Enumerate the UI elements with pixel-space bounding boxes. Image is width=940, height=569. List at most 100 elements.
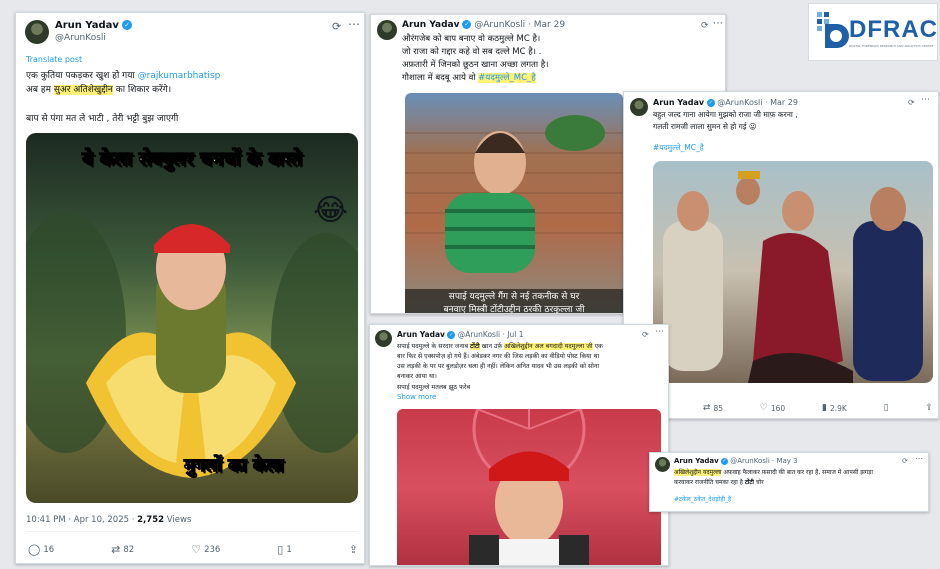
like-count: 160 bbox=[770, 403, 786, 413]
hashtag-link[interactable]: #टकेल_ठकेत_देशद्रोही_है bbox=[674, 495, 731, 503]
grok-icon[interactable]: ⟳ bbox=[642, 330, 649, 339]
tweet-image[interactable]: सपाई यदमुल्ले गैंग से नई तकनीक से घर बनव… bbox=[405, 93, 623, 313]
show-more-link[interactable]: Show more bbox=[397, 393, 436, 401]
tweet-text-line-2: जो राजा को गद्दार कहे वो सब दल्ले MC है।… bbox=[402, 47, 542, 57]
bookmark-count: 1 bbox=[286, 544, 292, 555]
more-options-icon[interactable]: ⋯ bbox=[921, 95, 930, 105]
logo-mark-icon bbox=[815, 10, 851, 50]
grok-icon[interactable]: ⟳ bbox=[701, 21, 709, 31]
more-options-icon[interactable]: ⋯ bbox=[713, 18, 723, 29]
avatar[interactable] bbox=[377, 20, 397, 40]
tweet-text-line-1: सपाई यदमुल्ले के सरदार जनाब टोंटी खान उर… bbox=[397, 341, 603, 350]
timestamp-text[interactable]: 10:41 PM · Apr 10, 2025 · bbox=[26, 515, 137, 525]
tweet-text: सपाई यदमुल्ले के सरदार जनाब bbox=[397, 343, 471, 350]
tweet-text-line-1: अखिलेशुद्दीन यदमुल्ला अफ़वाह फैलाकर फ़सा… bbox=[674, 468, 873, 476]
bookmark-button[interactable]: ▯ 1 bbox=[277, 543, 291, 556]
highlighted-text: अखिलेशुद्दीन अल बगदादी यदमुल्ला जी bbox=[504, 343, 593, 350]
tweet-text-line-3: बाप से पंगा मत ले भाटी , तेरी भट्टी बुझ … bbox=[26, 114, 179, 124]
repost-count: 85 bbox=[713, 403, 723, 413]
more-options-icon[interactable]: ⋯ bbox=[915, 454, 923, 463]
laughing-emoji-icon: 😂 bbox=[313, 193, 349, 228]
tweet-text: अब हम bbox=[26, 85, 54, 95]
tweet-text: एक कुतिया पकड़कर खुश हो गया bbox=[26, 71, 138, 81]
views-button[interactable]: ▮ 2.9K bbox=[822, 403, 847, 413]
tweet-text-line-2: करवाकर राजनीति चमका रहा है टोंटी चोर bbox=[674, 478, 764, 486]
tweet-card-5: Arun Yadav ✓ @ArunKosli · May 3 ⟳ ⋯ अखिल… bbox=[649, 452, 929, 512]
avatar[interactable] bbox=[25, 20, 49, 44]
verified-badge-icon: ✓ bbox=[447, 331, 456, 339]
bookmark-icon: ▯ bbox=[277, 543, 284, 556]
author-name[interactable]: Arun Yadav bbox=[397, 330, 445, 339]
tweet-text-line-1: एक कुतिया पकड़कर खुश हो गया @rajkumarbha… bbox=[26, 68, 220, 81]
like-count: 236 bbox=[204, 544, 221, 555]
share-button[interactable]: ⇪ bbox=[925, 403, 933, 413]
action-bar: ◯ 16 ⇄ 82 ♡ 236 ▯ 1 ⇪ bbox=[28, 543, 358, 556]
views-chart-icon: ▮ bbox=[822, 403, 827, 413]
tweet-image[interactable]: ये केला सेक्युलर चमचों के वास्ते 😂 मुगलो… bbox=[26, 133, 358, 503]
tweet-text: अफ़वाह फैलाकर फ़सादी की बात कर रहा है, स… bbox=[721, 469, 873, 476]
reply-button[interactable]: ◯ 16 bbox=[28, 543, 54, 556]
tweet-card-3: Arun Yadav ✓ @ArunKosli · Mar 29 ⟳ ⋯ बहु… bbox=[623, 91, 939, 419]
hashtag-link[interactable]: #यदमुल्ले_MC_है bbox=[653, 143, 704, 153]
tweet-text-line-4: बनाकर आया था। bbox=[397, 373, 437, 380]
author-name[interactable]: Arun Yadav bbox=[55, 20, 119, 31]
highlighted-text: सुअर अतिशेखुद्दीन bbox=[53, 85, 113, 95]
reply-icon: ◯ bbox=[28, 543, 41, 556]
tweet-text-line-3: अफ़तारी में जिनको छूठन खाना अच्छा लगता ह… bbox=[402, 60, 549, 70]
share-icon: ⇪ bbox=[348, 543, 358, 556]
grok-icon[interactable]: ⟳ bbox=[902, 457, 908, 465]
bookmark-button[interactable]: ▯ bbox=[884, 403, 889, 413]
grok-icon[interactable]: ⟳ bbox=[332, 20, 341, 33]
tweet-text: गौशाला में बदबू आये वो bbox=[402, 73, 479, 83]
heart-icon: ♡ bbox=[759, 403, 768, 413]
highlighted-text: टोंटी bbox=[470, 343, 480, 350]
verified-badge-icon: ✓ bbox=[122, 20, 133, 30]
tweet-text-line-2: गलती रामजी लाला सुमन से हो गई 😜 bbox=[653, 122, 757, 131]
author-handle-date[interactable]: @ArunKosli · Mar 29 bbox=[717, 98, 798, 107]
highlighted-text: अखिलेशुद्दीन यदमुल्ला bbox=[674, 469, 722, 476]
tweet-image[interactable] bbox=[397, 409, 661, 565]
like-button[interactable]: ♡ 236 bbox=[191, 543, 220, 556]
bookmark-icon: ▯ bbox=[883, 403, 889, 413]
author-handle[interactable]: @ArunKosli bbox=[55, 32, 132, 44]
avatar[interactable] bbox=[655, 457, 670, 472]
tweet-text-line-1: बहुत जल्द गाना आयेगा मुझको राजा जी माफ़ … bbox=[653, 110, 798, 119]
dfrac-logo: DFRAC DIGITAL FORENSICS RESEARCH AND ANA… bbox=[808, 3, 938, 61]
tweet-text: एक bbox=[592, 343, 603, 350]
repost-icon: ⇄ bbox=[702, 403, 711, 413]
verified-badge-icon: ✓ bbox=[720, 457, 728, 465]
author-handle-date[interactable]: @ArunKosli · May 3 bbox=[730, 457, 797, 465]
tweet-text: खान उर्फ़ bbox=[479, 343, 505, 350]
translate-post-link[interactable]: Translate post bbox=[26, 55, 82, 64]
views-count: 2,752 bbox=[137, 515, 165, 525]
logo-tagline: DIGITAL FORENSICS RESEARCH AND ANALYTICS… bbox=[849, 44, 934, 48]
repost-button[interactable]: ⇄ 82 bbox=[111, 543, 134, 556]
mention-link[interactable]: @rajkumarbhatisp bbox=[138, 71, 221, 81]
author-name[interactable]: Arun Yadav bbox=[402, 20, 460, 30]
tweet-image[interactable] bbox=[653, 161, 933, 383]
author-name[interactable]: Arun Yadav bbox=[674, 457, 719, 465]
repost-count: 82 bbox=[123, 544, 135, 555]
verified-badge-icon: ✓ bbox=[462, 20, 472, 29]
tweet-text-line-3: उस लड़की के पर पर बुलडोज़र चला ही नहीं। … bbox=[397, 363, 600, 370]
reply-count: 16 bbox=[43, 544, 55, 555]
like-button[interactable]: ♡ 160 bbox=[760, 403, 785, 413]
image-top-caption: ये केला सेक्युलर चमचों के वास्ते bbox=[82, 148, 303, 171]
image-caption-2: बनवाए मिस्त्री टोंटीउद्दीन ठरकी ठरकुल्ला… bbox=[405, 302, 623, 313]
grok-icon[interactable]: ⟳ bbox=[908, 98, 915, 107]
divider bbox=[26, 531, 358, 532]
more-options-icon[interactable]: ⋯ bbox=[655, 327, 664, 337]
author-name[interactable]: Arun Yadav bbox=[653, 98, 704, 107]
verified-badge-icon: ✓ bbox=[706, 98, 715, 107]
repost-button[interactable]: ⇄ 85 bbox=[703, 403, 723, 413]
heart-icon: ♡ bbox=[191, 543, 202, 556]
avatar[interactable] bbox=[630, 98, 648, 116]
author-handle-date[interactable]: @ArunKosli · Jul 1 bbox=[458, 330, 524, 339]
avatar[interactable] bbox=[375, 330, 392, 347]
tweet-text-line-5: सपाई यदमुल्ले मतलब झूठ फरेब bbox=[397, 384, 471, 391]
views-label: Views bbox=[164, 515, 192, 525]
hashtag-link[interactable]: #यदमुल्ले_MC_है bbox=[478, 73, 536, 83]
more-options-icon[interactable]: ⋯ bbox=[348, 17, 360, 31]
author-handle-date[interactable]: @ArunKosli · Mar 29 bbox=[474, 20, 565, 30]
share-button[interactable]: ⇪ bbox=[349, 543, 358, 556]
